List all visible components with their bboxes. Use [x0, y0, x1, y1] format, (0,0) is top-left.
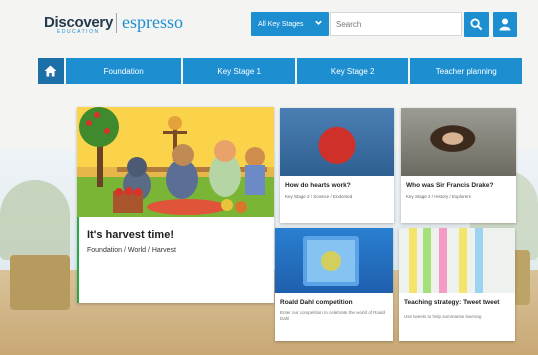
featured-card-title: It's harvest time!: [87, 229, 174, 241]
logo-divider: [116, 13, 117, 33]
harvest-illustration: [77, 107, 274, 217]
nav-foundation[interactable]: Foundation: [65, 58, 182, 84]
nav-key-stage-2[interactable]: Key Stage 2: [296, 58, 409, 84]
key-stage-select-label: All Key Stages: [258, 20, 304, 28]
search-input[interactable]: [330, 12, 462, 36]
featured-card-harvest[interactable]: It's harvest time! Foundation / World / …: [77, 107, 274, 303]
featured-card-body: It's harvest time! Foundation / World / …: [77, 217, 274, 303]
user-icon: [499, 18, 511, 31]
chevron-down-icon: [315, 20, 322, 25]
card-title: How do hearts work?: [285, 182, 351, 189]
francis-drake-portrait: [401, 108, 516, 176]
content-card-francis-drake[interactable]: Who was Sir Francis Drake? Key Stage 2 /…: [401, 108, 516, 223]
main-nav: Foundation Key Stage 1 Key Stage 2 Teach…: [38, 58, 522, 84]
card-title: Roald Dahl competition: [280, 299, 353, 306]
content-card-tweet-tweet[interactable]: Teaching strategy: Tweet tweet Use tweet…: [399, 228, 515, 341]
heart-anatomy-image: [280, 108, 394, 176]
search-icon: [470, 18, 483, 31]
home-button[interactable]: [38, 58, 64, 84]
content-card-hearts[interactable]: How do hearts work? Key Stage 2 / Scienc…: [280, 108, 394, 223]
background-tree: [0, 180, 70, 260]
featured-card-breadcrumb: Foundation / World / Harvest: [87, 247, 176, 254]
card-description: Enter our competition to celebrate the w…: [280, 310, 386, 321]
search-button[interactable]: [464, 12, 489, 37]
card-meta: Key Stage 2 / History / Explorers: [406, 194, 472, 199]
key-stage-select[interactable]: All Key Stages: [251, 12, 329, 36]
nav-key-stage-1[interactable]: Key Stage 1: [183, 58, 295, 84]
hay-bale: [10, 255, 70, 310]
product-name[interactable]: espresso: [122, 12, 183, 33]
nav-teacher-planning[interactable]: Teacher planning: [410, 58, 522, 84]
home-icon: [44, 65, 57, 77]
card-description: Use tweets to help summarise learning: [404, 314, 482, 319]
content-card-roald-dahl[interactable]: Roald Dahl competition Enter our competi…: [275, 228, 393, 341]
card-meta: Key Stage 2 / Science / Endorsed: [285, 194, 353, 199]
user-account-button[interactable]: [493, 12, 517, 37]
roald-dahl-book-image: [275, 228, 393, 293]
card-title: Who was Sir Francis Drake?: [406, 182, 494, 189]
card-title: Teaching strategy: Tweet tweet: [404, 299, 500, 306]
sticky-notes-image: [399, 228, 515, 293]
discovery-logo[interactable]: Discovery EDUCATION: [44, 14, 113, 35]
